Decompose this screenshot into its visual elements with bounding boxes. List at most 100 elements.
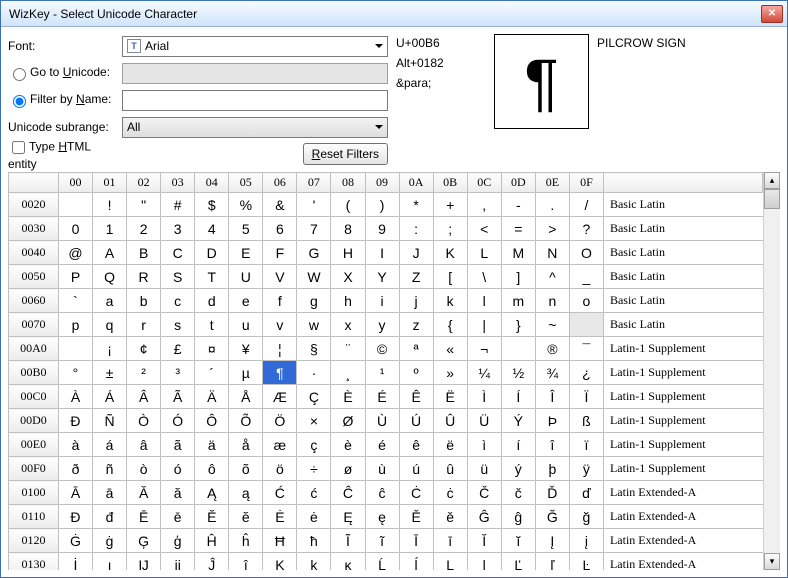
char-cell[interactable]: ĕ bbox=[229, 505, 263, 529]
char-cell[interactable]: ô bbox=[195, 457, 229, 481]
char-cell[interactable]: Ð bbox=[58, 409, 92, 433]
char-cell[interactable]: Ý bbox=[501, 409, 535, 433]
char-cell[interactable]: ¨ bbox=[331, 337, 365, 361]
char-cell[interactable]: G bbox=[297, 241, 331, 265]
char-cell[interactable]: Í bbox=[501, 385, 535, 409]
char-cell[interactable]: > bbox=[535, 217, 569, 241]
char-cell[interactable]: T bbox=[195, 265, 229, 289]
char-cell[interactable]: Ć bbox=[263, 481, 297, 505]
char-cell[interactable]: ý bbox=[501, 457, 535, 481]
char-cell[interactable]: ; bbox=[433, 217, 467, 241]
char-cell[interactable]: ² bbox=[127, 361, 161, 385]
char-cell[interactable]: ā bbox=[93, 481, 127, 505]
char-cell[interactable]: č bbox=[501, 481, 535, 505]
scroll-down-button[interactable]: ▾ bbox=[764, 553, 780, 570]
char-cell[interactable]: è bbox=[331, 433, 365, 457]
char-cell[interactable]: Ç bbox=[297, 385, 331, 409]
char-cell[interactable]: á bbox=[93, 433, 127, 457]
char-cell[interactable]: L bbox=[467, 241, 501, 265]
char-cell[interactable] bbox=[58, 337, 92, 361]
char-cell[interactable]: h bbox=[331, 289, 365, 313]
char-cell[interactable]: Ĉ bbox=[331, 481, 365, 505]
char-cell[interactable]: M bbox=[501, 241, 535, 265]
char-cell[interactable]: t bbox=[195, 313, 229, 337]
char-cell[interactable]: ĥ bbox=[229, 529, 263, 553]
char-cell[interactable]: W bbox=[297, 265, 331, 289]
char-cell[interactable]: ĩ bbox=[365, 529, 399, 553]
char-cell[interactable]: ^ bbox=[535, 265, 569, 289]
char-cell[interactable]: û bbox=[433, 457, 467, 481]
char-cell[interactable]: 6 bbox=[263, 217, 297, 241]
html-entity-check[interactable]: Type HTML entity bbox=[8, 138, 118, 171]
char-cell[interactable]: D bbox=[195, 241, 229, 265]
char-cell[interactable]: l bbox=[467, 289, 501, 313]
char-cell[interactable]: 8 bbox=[331, 217, 365, 241]
char-cell[interactable]: ß bbox=[569, 409, 603, 433]
char-cell[interactable]: § bbox=[297, 337, 331, 361]
char-cell[interactable]: ª bbox=[399, 337, 433, 361]
char-cell[interactable]: ę bbox=[365, 505, 399, 529]
char-cell[interactable]: = bbox=[501, 217, 535, 241]
char-cell[interactable]: ă bbox=[161, 481, 195, 505]
char-cell[interactable]: \ bbox=[467, 265, 501, 289]
char-cell[interactable]: ē bbox=[161, 505, 195, 529]
char-cell[interactable]: Ø bbox=[331, 409, 365, 433]
char-cell[interactable]: Đ bbox=[58, 505, 92, 529]
char-cell[interactable]: F bbox=[263, 241, 297, 265]
char-cell[interactable]: Į bbox=[535, 529, 569, 553]
scroll-thumb[interactable] bbox=[764, 189, 780, 209]
char-cell[interactable]: ď bbox=[569, 481, 603, 505]
char-cell[interactable]: . bbox=[535, 193, 569, 217]
char-cell[interactable]: Ĭ bbox=[467, 529, 501, 553]
char-cell[interactable]: # bbox=[161, 193, 195, 217]
char-cell[interactable]: ġ bbox=[93, 529, 127, 553]
char-cell[interactable]: - bbox=[501, 193, 535, 217]
char-cell[interactable]: ğ bbox=[569, 505, 603, 529]
char-cell[interactable]: { bbox=[433, 313, 467, 337]
char-cell[interactable]: × bbox=[297, 409, 331, 433]
char-cell[interactable]: 5 bbox=[229, 217, 263, 241]
font-select[interactable]: TArial bbox=[122, 36, 388, 57]
char-cell[interactable]: P bbox=[58, 265, 92, 289]
char-cell[interactable]: ± bbox=[93, 361, 127, 385]
char-cell[interactable]: z bbox=[399, 313, 433, 337]
char-cell[interactable]: ¶ bbox=[263, 361, 297, 385]
subrange-select[interactable]: All bbox=[122, 117, 388, 138]
char-cell[interactable]: R bbox=[127, 265, 161, 289]
char-cell[interactable]: d bbox=[195, 289, 229, 313]
char-cell[interactable]: ÷ bbox=[297, 457, 331, 481]
char-cell[interactable]: Y bbox=[365, 265, 399, 289]
char-cell[interactable]: ċ bbox=[433, 481, 467, 505]
char-cell[interactable]: ! bbox=[93, 193, 127, 217]
char-cell[interactable]: ? bbox=[569, 217, 603, 241]
char-cell[interactable] bbox=[58, 193, 92, 217]
char-cell[interactable]: U bbox=[229, 265, 263, 289]
filter-name-radio[interactable]: Filter by Name: bbox=[8, 92, 118, 108]
char-cell[interactable]: Ķ bbox=[263, 553, 297, 571]
char-cell[interactable]: ø bbox=[331, 457, 365, 481]
char-cell[interactable]: [ bbox=[433, 265, 467, 289]
char-cell[interactable]: ® bbox=[535, 337, 569, 361]
char-cell[interactable]: į bbox=[569, 529, 603, 553]
char-cell[interactable]: £ bbox=[161, 337, 195, 361]
char-cell[interactable]: u bbox=[229, 313, 263, 337]
char-cell[interactable]: à bbox=[58, 433, 92, 457]
char-cell[interactable]: Č bbox=[467, 481, 501, 505]
char-cell[interactable]: æ bbox=[263, 433, 297, 457]
char-cell[interactable]: 4 bbox=[195, 217, 229, 241]
char-cell[interactable]: ñ bbox=[93, 457, 127, 481]
scroll-up-button[interactable]: ▴ bbox=[764, 172, 780, 189]
char-cell[interactable]: ³ bbox=[161, 361, 195, 385]
char-cell[interactable]: Ĝ bbox=[467, 505, 501, 529]
char-cell[interactable]: î bbox=[535, 433, 569, 457]
char-cell[interactable]: b bbox=[127, 289, 161, 313]
char-cell[interactable]: ð bbox=[58, 457, 92, 481]
char-cell[interactable]: Á bbox=[93, 385, 127, 409]
char-cell[interactable]: Ī bbox=[399, 529, 433, 553]
char-cell[interactable]: Ą bbox=[195, 481, 229, 505]
char-cell[interactable]: * bbox=[399, 193, 433, 217]
char-cell[interactable]: İ bbox=[58, 553, 92, 571]
char-cell[interactable]: º bbox=[399, 361, 433, 385]
char-cell[interactable]: ´ bbox=[195, 361, 229, 385]
char-cell[interactable]: Ľ bbox=[501, 553, 535, 571]
